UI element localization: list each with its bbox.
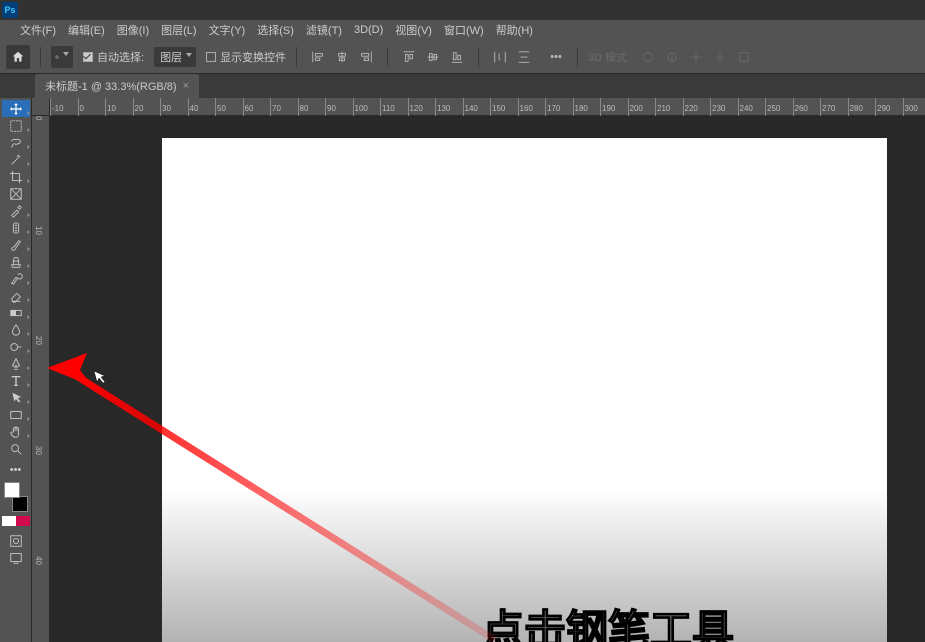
brush-tool[interactable] — [2, 236, 30, 253]
auto-select-target-dropdown[interactable]: 图层 — [154, 47, 196, 67]
scale-3d-icon — [733, 46, 755, 68]
clone-stamp-tool[interactable] — [2, 253, 30, 270]
more-options-icon[interactable]: ••• — [545, 46, 567, 68]
move-tool-indicator[interactable] — [51, 46, 73, 68]
app-logo: Ps — [2, 2, 18, 18]
document-tab[interactable]: 未标题-1 @ 33.3%(RGB/8) × — [35, 74, 199, 98]
align-top-icon[interactable] — [398, 46, 420, 68]
canvas-area[interactable]: -100102030405060708090100110120130140150… — [32, 98, 925, 642]
separator — [577, 47, 578, 67]
menu-file[interactable]: 文件(F) — [20, 22, 56, 38]
menu-edit[interactable]: 编辑(E) — [68, 22, 105, 38]
marquee-tool[interactable] — [2, 117, 30, 134]
tab-title: 未标题-1 @ 33.3%(RGB/8) — [45, 78, 177, 94]
distribute-h-icon[interactable] — [489, 46, 511, 68]
show-transform-checkbox[interactable] — [206, 52, 216, 62]
dodge-tool[interactable] — [2, 338, 30, 355]
menu-type[interactable]: 文字(Y) — [209, 22, 246, 38]
separator — [387, 47, 388, 67]
auto-select-checkbox[interactable] — [83, 52, 93, 62]
frame-tool[interactable] — [2, 185, 30, 202]
foreground-color[interactable] — [4, 482, 20, 498]
mouse-cursor-icon — [92, 370, 108, 386]
mode-3d-label: 3D 模式 — [588, 49, 627, 65]
screen-mode-toggle[interactable] — [2, 549, 30, 566]
move-icon — [55, 50, 59, 64]
toolbox: ••• — [0, 98, 32, 642]
annotation-caption: 点击钢笔工具 — [482, 597, 734, 642]
home-button[interactable] — [6, 45, 30, 69]
gradient-tool[interactable] — [2, 304, 30, 321]
align-bottom-icon[interactable] — [446, 46, 468, 68]
magic-wand-tool[interactable] — [2, 151, 30, 168]
align-v-group — [398, 46, 468, 68]
auto-select-option[interactable]: 自动选择: — [83, 49, 144, 65]
menu-window[interactable]: 窗口(W) — [444, 22, 484, 38]
pen-tool[interactable] — [2, 355, 30, 372]
show-transform-label: 显示变换控件 — [220, 49, 286, 65]
slide-3d-icon — [709, 46, 731, 68]
distribute-v-icon[interactable] — [513, 46, 535, 68]
ruler-horizontal[interactable]: -100102030405060708090100110120130140150… — [50, 98, 925, 116]
menu-layer[interactable]: 图层(L) — [161, 22, 196, 38]
zoom-tool[interactable] — [2, 440, 30, 457]
ruler-vertical[interactable]: 01020304050 — [32, 116, 50, 642]
document-canvas[interactable]: 点击钢笔工具 — [162, 138, 887, 642]
align-center-h-icon[interactable] — [331, 46, 353, 68]
separator — [478, 47, 479, 67]
show-transform-option[interactable]: 显示变换控件 — [206, 49, 286, 65]
align-middle-icon[interactable] — [422, 46, 444, 68]
align-right-icon[interactable] — [355, 46, 377, 68]
align-group — [307, 46, 377, 68]
titlebar: Ps — [0, 0, 925, 20]
type-tool[interactable] — [2, 372, 30, 389]
blur-tool[interactable] — [2, 321, 30, 338]
tab-strip: 未标题-1 @ 33.3%(RGB/8) × — [0, 74, 925, 98]
pan-3d-icon — [685, 46, 707, 68]
spot-heal-tool[interactable] — [2, 219, 30, 236]
lasso-tool[interactable] — [2, 134, 30, 151]
distribute-group — [489, 46, 535, 68]
menu-select[interactable]: 选择(S) — [257, 22, 294, 38]
menubar: 文件(F) 编辑(E) 图像(I) 图层(L) 文字(Y) 选择(S) 滤镜(T… — [0, 20, 925, 40]
mode-3d-group — [637, 46, 755, 68]
options-bar: 自动选择: 图层 显示变换控件 ••• 3D 模式 — [0, 40, 925, 74]
history-brush-tool[interactable] — [2, 270, 30, 287]
menu-image[interactable]: 图像(I) — [117, 22, 149, 38]
color-swatches[interactable] — [2, 482, 30, 512]
menu-help[interactable]: 帮助(H) — [496, 22, 533, 38]
crop-tool[interactable] — [2, 168, 30, 185]
path-select-tool[interactable] — [2, 389, 30, 406]
orbit-3d-icon — [637, 46, 659, 68]
align-left-icon[interactable] — [307, 46, 329, 68]
menu-3d[interactable]: 3D(D) — [354, 24, 383, 36]
hand-tool[interactable] — [2, 423, 30, 440]
quick-mask-toggle[interactable] — [2, 532, 30, 549]
separator — [296, 47, 297, 67]
auto-select-label: 自动选择: — [97, 49, 144, 65]
roll-3d-icon — [661, 46, 683, 68]
eraser-tool[interactable] — [2, 287, 30, 304]
menu-filter[interactable]: 滤镜(T) — [306, 22, 342, 38]
ruler-corner — [32, 98, 50, 116]
move-tool[interactable] — [2, 100, 30, 117]
rectangle-tool[interactable] — [2, 406, 30, 423]
menu-view[interactable]: 视图(V) — [395, 22, 432, 38]
home-icon — [11, 50, 25, 64]
eyedropper-tool[interactable] — [2, 202, 30, 219]
edit-toolbar[interactable]: ••• — [2, 461, 30, 478]
quick-color-row[interactable] — [2, 516, 30, 526]
tab-close-icon[interactable]: × — [183, 80, 189, 92]
separator — [40, 47, 41, 67]
background-color[interactable] — [12, 496, 28, 512]
